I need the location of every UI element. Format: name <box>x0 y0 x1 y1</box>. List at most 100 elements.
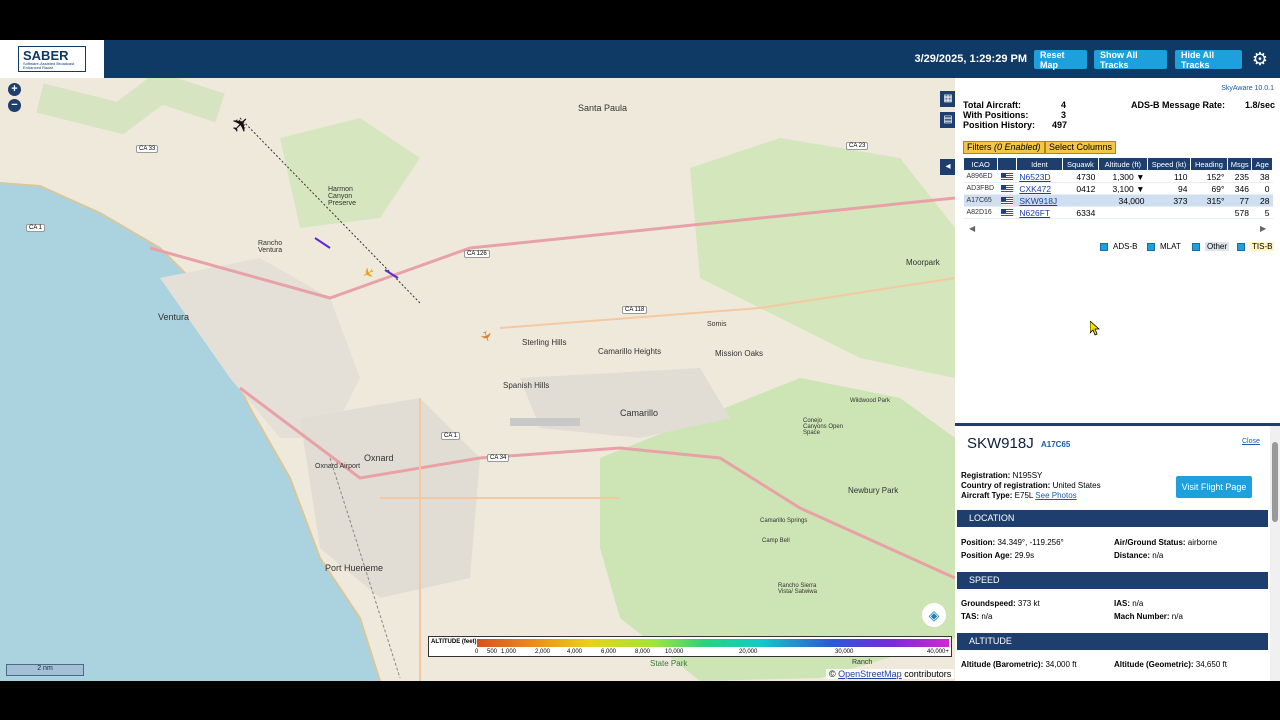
source-other-toggle[interactable]: Other <box>1192 242 1230 251</box>
cell-speed: 94 <box>1147 182 1191 195</box>
hide-all-tracks-button[interactable]: Hide All Tracks <box>1175 50 1242 70</box>
source-adsb-toggle[interactable]: ADS-B <box>1100 242 1137 251</box>
col-heading[interactable]: Heading <box>1190 157 1228 171</box>
cell-heading: 152° <box>1190 170 1228 183</box>
scrollbar-thumb[interactable] <box>1272 442 1278 522</box>
map-layer-icon[interactable]: ▦ <box>940 91 955 107</box>
altitude-geo-row: Altitude (Geometric): 34,650 ft <box>1114 660 1227 669</box>
position-history-value: 497 <box>1052 120 1068 130</box>
visit-flight-page-button[interactable]: Visit Flight Page <box>1176 476 1252 498</box>
col-age[interactable]: Age <box>1251 157 1273 171</box>
source-label: MLAT <box>1160 242 1181 251</box>
layers-icon[interactable]: ◈ <box>922 603 946 627</box>
table-row-selected[interactable]: A17C65 SKW918J 34,000 373 315° 77 28 <box>963 194 1273 207</box>
legend-tick: 0 <box>475 649 479 655</box>
field-value: 34.349°, -119.256° <box>997 538 1064 547</box>
tas-row: TAS: n/a <box>961 612 992 621</box>
ident-link[interactable]: N626FT <box>1019 208 1050 218</box>
place-label: Santa Paula <box>578 103 628 113</box>
place-label: Rancho Ventura <box>258 240 283 254</box>
select-columns-button[interactable]: Select Columns <box>1045 141 1117 154</box>
checkbox-icon <box>1100 242 1108 251</box>
ias-row: IAS: n/a <box>1114 599 1143 608</box>
cell-age: 38 <box>1251 170 1273 183</box>
openstreetmap-link[interactable]: OpenStreetMap <box>838 669 902 679</box>
cell-flag <box>997 194 1017 207</box>
field-value: E75L <box>1014 491 1034 500</box>
field-value: United States <box>1052 481 1101 490</box>
table-row[interactable]: A82D16 N626FT 6334 578 5 <box>963 206 1273 219</box>
col-ident[interactable]: Ident <box>1015 157 1063 171</box>
mouse-cursor-icon <box>1090 321 1100 336</box>
place-label: State Park <box>650 659 688 668</box>
checkbox-icon <box>1192 242 1200 251</box>
col-altitude[interactable]: Altitude (ft) <box>1097 157 1148 171</box>
grid-icon[interactable]: ▤ <box>940 112 955 128</box>
us-flag-icon <box>1000 173 1013 182</box>
total-aircraft-value: 4 <box>1061 100 1067 110</box>
field-label: Altitude (Barometric): <box>961 660 1044 669</box>
source-label: ADS-B <box>1113 242 1138 251</box>
close-link[interactable]: Close <box>1242 438 1260 445</box>
detail-scrollbar[interactable] <box>1270 426 1280 681</box>
source-tisb-toggle[interactable]: TIS-B <box>1237 242 1275 251</box>
route-shield: CA 126 <box>464 250 490 258</box>
scroll-left-icon[interactable]: ◀ <box>969 224 975 233</box>
map-view[interactable]: + − ▦ ▤ ◂ Santa Paula Harmon Canyon Pres… <box>0 78 955 681</box>
field-label: Registration: <box>961 471 1011 480</box>
filters-enabled-count: (0 Enabled) <box>994 142 1041 152</box>
collapse-panel-icon[interactable]: ◂ <box>940 159 955 175</box>
top-bar: SABER Software-Assisted Broadcast Enhanc… <box>0 40 1280 78</box>
field-label: Air/Ground Status: <box>1114 538 1186 547</box>
us-flag-icon <box>1000 185 1013 194</box>
source-label: TIS-B <box>1250 242 1275 251</box>
see-photos-link[interactable]: See Photos <box>1035 491 1076 500</box>
cell-flag <box>997 170 1017 183</box>
zoom-in-button[interactable]: + <box>8 83 21 96</box>
ident-link[interactable]: N6523D <box>1019 172 1050 182</box>
position-row: Position: 34.349°, -119.256° <box>961 538 1064 547</box>
cell-age: 5 <box>1251 206 1273 219</box>
field-value: n/a <box>1171 612 1183 621</box>
us-flag-icon <box>1000 197 1013 206</box>
col-squawk[interactable]: Squawk <box>1061 157 1099 171</box>
total-aircraft-label: Total Aircraft: <box>963 100 1022 110</box>
gear-icon[interactable]: ⚙ <box>1252 50 1268 68</box>
zoom-out-button[interactable]: − <box>8 99 21 112</box>
cell-altitude: 3,100 ▼ <box>1098 182 1148 195</box>
field-value: 29.9s <box>1014 551 1035 560</box>
field-label: IAS: <box>1114 599 1130 608</box>
field-value: n/a <box>1152 551 1164 560</box>
col-icao[interactable]: ICAO <box>962 157 999 171</box>
ident-link[interactable]: SKW918J <box>1019 196 1057 206</box>
message-rate-label: ADS-B Message Rate: <box>1131 100 1226 110</box>
table-row[interactable]: A896ED N6523D 4730 1,300 ▼ 110 152° 235 … <box>963 170 1273 183</box>
section-speed: SPEED <box>957 572 1268 589</box>
place-label: Ranch <box>852 659 873 666</box>
col-msgs[interactable]: Msgs <box>1226 157 1253 171</box>
table-row[interactable]: AD3FBD CXK472 0412 3,100 ▼ 94 69° 346 0 <box>963 182 1273 195</box>
place-label: Rancho Sierra Vista/ Satwiwa <box>778 583 817 595</box>
ident-link[interactable]: CXK472 <box>1019 184 1051 194</box>
place-label: Moorpark <box>906 258 940 267</box>
place-label: Camarillo Springs <box>760 518 808 524</box>
detail-callsign: SKW918J <box>967 435 1034 452</box>
us-flag-icon <box>1000 209 1013 218</box>
scroll-right-icon[interactable]: ▶ <box>1260 224 1266 233</box>
cell-speed <box>1147 206 1191 219</box>
legend-tick: 8,000 <box>635 649 651 655</box>
col-speed[interactable]: Speed (kt) <box>1146 157 1192 171</box>
cell-msgs: 346 <box>1227 182 1252 195</box>
aircraft-detail: SKW918J A17C65 Close Registration: N195S… <box>955 423 1280 681</box>
position-age-row: Position Age: 29.9s <box>961 551 1034 560</box>
field-label: TAS: <box>961 612 980 621</box>
route-shield: CA 34 <box>487 454 510 462</box>
cell-squawk <box>1062 194 1099 207</box>
reset-map-button[interactable]: Reset Map <box>1034 50 1087 70</box>
field-value: n/a <box>1132 599 1144 608</box>
legend-tick: 4,000 <box>567 649 583 655</box>
filters-button[interactable]: Filters (0 Enabled) <box>963 141 1045 154</box>
show-all-tracks-button[interactable]: Show All Tracks <box>1094 50 1167 70</box>
col-flag[interactable] <box>997 157 1017 171</box>
source-mlat-toggle[interactable]: MLAT <box>1147 242 1181 251</box>
